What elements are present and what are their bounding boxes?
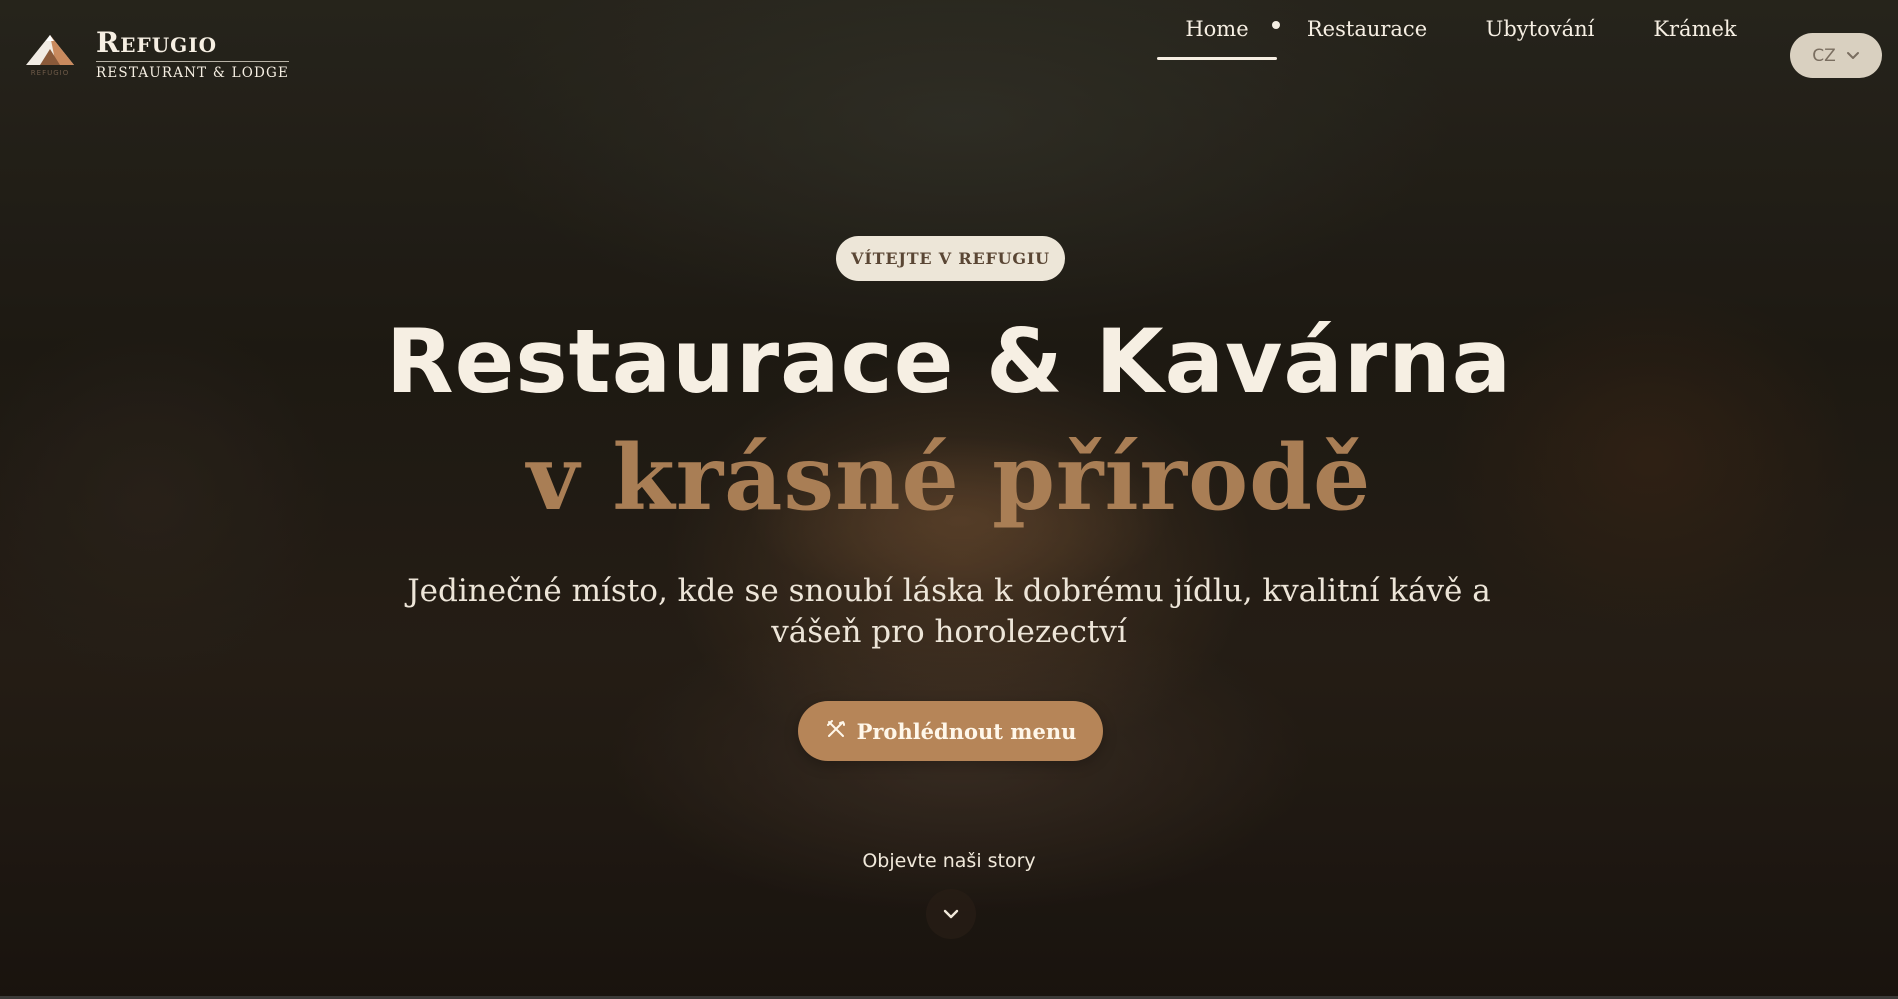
view-menu-button[interactable]: Prohlédnout menu: [798, 701, 1103, 761]
logo-link[interactable]: REFUGIO Refugio RESTAURANT & LODGE: [22, 26, 290, 81]
scroll-down-button[interactable]: [926, 889, 976, 939]
nav-item-home[interactable]: Home: [1157, 0, 1277, 60]
hero-title-line1: Restaurace & Kavárna: [385, 310, 1513, 413]
view-menu-label: Prohlédnout menu: [856, 718, 1077, 744]
nav-item-ubytovani[interactable]: Ubytování: [1470, 0, 1610, 60]
hero-subtitle: Jedinečné místo, kde se snoubí láska k d…: [407, 573, 1491, 650]
language-label: CZ: [1812, 45, 1836, 66]
discover-story-label: Objevte naši story: [862, 850, 1036, 872]
mountain-logo-icon: REFUGIO: [22, 29, 78, 81]
brand-tagline: RESTAURANT & LODGE: [96, 61, 290, 81]
brand-name: Refugio: [96, 26, 218, 59]
language-selector[interactable]: CZ: [1790, 33, 1882, 78]
logo-mark-text: REFUGIO: [30, 68, 70, 77]
nav-item-restaurace[interactable]: Restaurace: [1297, 0, 1437, 60]
logo-text: Refugio RESTAURANT & LODGE: [96, 26, 290, 81]
utensils-icon: [825, 718, 847, 745]
chevron-down-icon: [942, 905, 960, 924]
chevron-down-icon: [1846, 46, 1860, 66]
nav-item-kramek[interactable]: Krámek: [1645, 0, 1745, 60]
hero-title-line2: v krásné přírodě: [526, 425, 1372, 531]
welcome-badge: VÍTEJTE V REFUGIU: [836, 236, 1065, 281]
